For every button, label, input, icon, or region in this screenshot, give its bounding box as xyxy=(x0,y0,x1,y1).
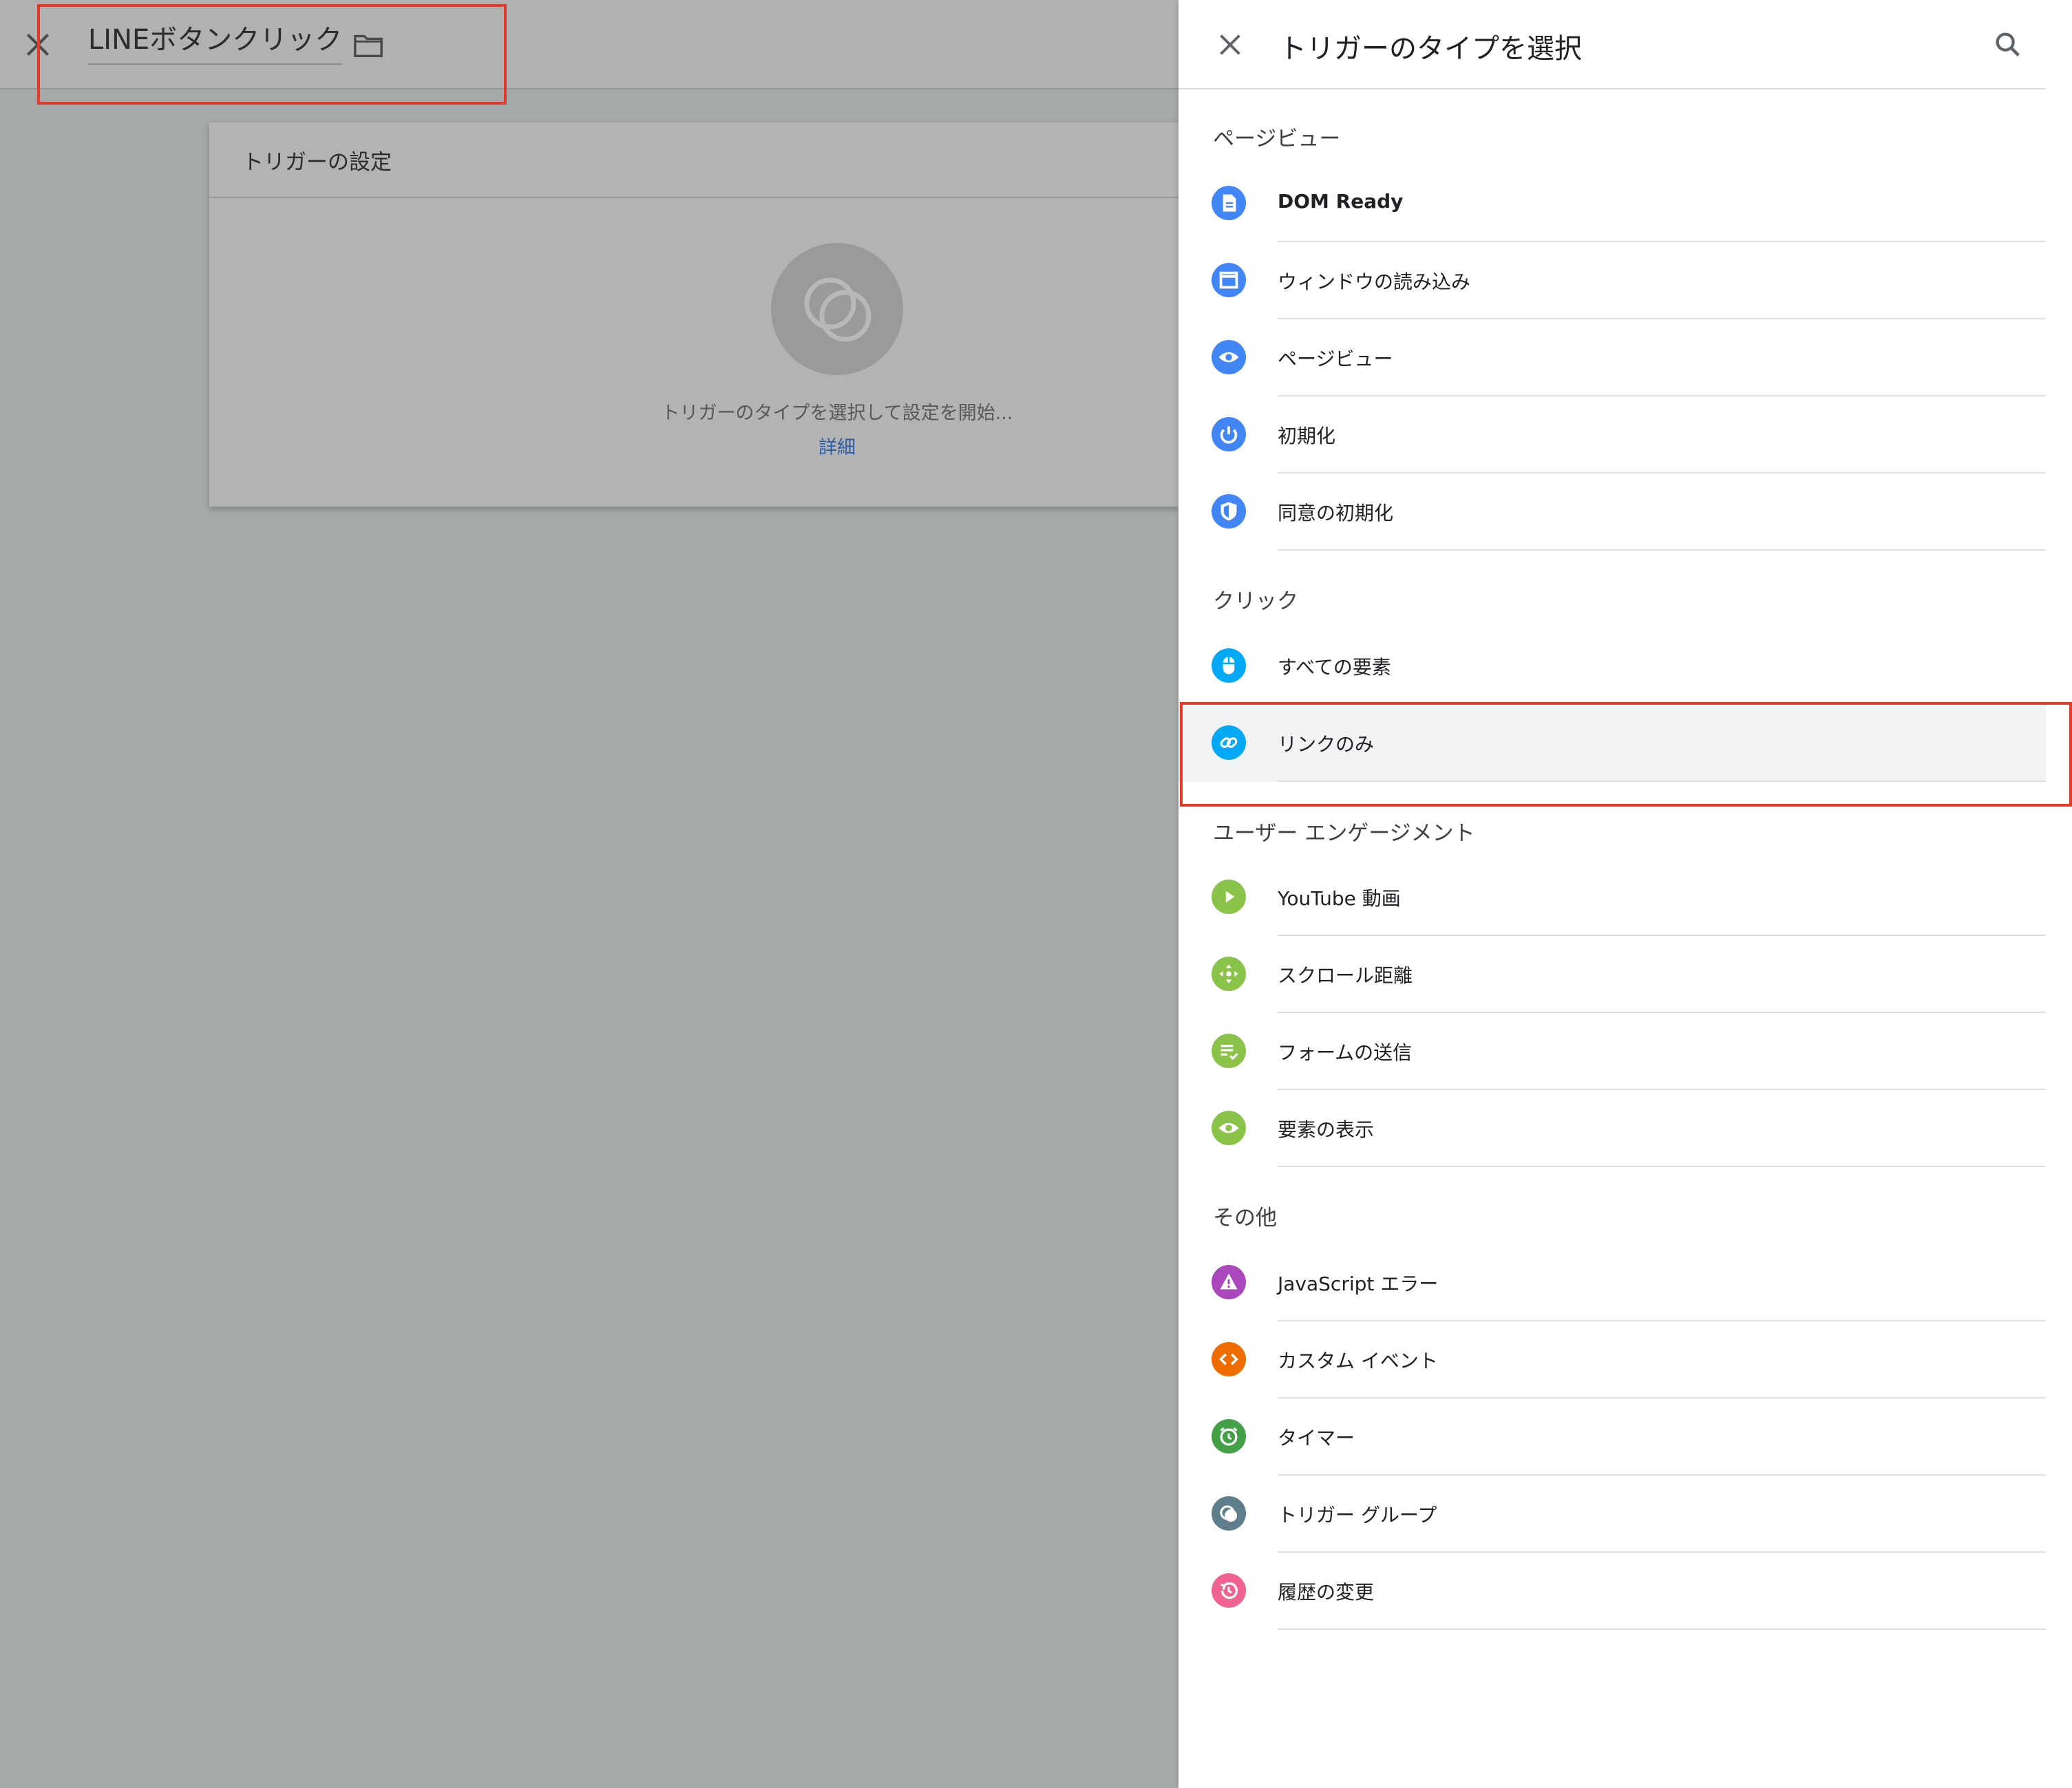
trigger-initialization[interactable]: 初期化 xyxy=(1178,396,2046,473)
item-label: 履歴の変更 xyxy=(1278,1581,1375,1604)
card-header: トリガーの設定 xyxy=(209,123,1178,198)
mouse-icon xyxy=(1212,648,1246,683)
warning-icon xyxy=(1212,1265,1246,1299)
trigger-history-change[interactable]: 履歴の変更 xyxy=(1178,1553,2046,1630)
item-label: カスタム イベント xyxy=(1278,1350,1438,1372)
shield-icon xyxy=(1212,494,1246,529)
window-icon xyxy=(1212,263,1246,297)
trigger-custom-event[interactable]: カスタム イベント xyxy=(1178,1321,2046,1398)
item-label: 要素の表示 xyxy=(1278,1118,1375,1141)
item-label: YouTube 動画 xyxy=(1278,887,1401,910)
panel-header: トリガーのタイプを選択 xyxy=(1178,0,2046,89)
trigger-placeholder-icon xyxy=(771,243,903,375)
trigger-all-elements[interactable]: すべての要素 xyxy=(1178,628,2046,705)
eye-icon xyxy=(1212,340,1246,374)
history-icon xyxy=(1212,1573,1246,1608)
item-label: スクロール距離 xyxy=(1278,964,1413,987)
section-other: その他 xyxy=(1213,1206,1277,1231)
trigger-javascript-error[interactable]: JavaScript エラー xyxy=(1178,1244,2046,1321)
eye-icon xyxy=(1212,1111,1246,1145)
document-icon xyxy=(1212,186,1246,220)
trigger-trigger-group[interactable]: トリガー グループ xyxy=(1178,1476,2046,1553)
item-label: トリガー グループ xyxy=(1278,1504,1437,1526)
scroll-icon xyxy=(1212,957,1246,991)
code-icon xyxy=(1212,1342,1246,1376)
trigger-page-view[interactable]: ページビュー xyxy=(1178,319,2046,396)
panel-title: トリガーのタイプを選択 xyxy=(1279,33,1582,65)
trigger-youtube-video[interactable]: YouTube 動画 xyxy=(1178,859,2046,936)
item-label: DOM Ready xyxy=(1278,190,1404,213)
item-label: ページビュー xyxy=(1278,348,1393,370)
trigger-dom-ready[interactable]: DOM Ready xyxy=(1178,165,2046,242)
item-label: すべての要素 xyxy=(1278,656,1391,679)
trigger-consent-init[interactable]: 同意の初期化 xyxy=(1178,473,2046,551)
group-icon xyxy=(1212,1496,1246,1531)
trigger-timer[interactable]: タイマー xyxy=(1178,1398,2046,1476)
item-label: JavaScript エラー xyxy=(1278,1273,1439,1295)
trigger-editor-backdrop: LINEボタンクリック トリガーの設定 トリガーのタイプを選択して設定を開始..… xyxy=(0,0,1178,1788)
section-pageview: ページビュー xyxy=(1213,127,1341,151)
trigger-config-card[interactable]: トリガーの設定 トリガーのタイプを選択して設定を開始... 詳細 xyxy=(209,123,1178,507)
search-icon[interactable] xyxy=(1992,29,2024,61)
item-label: 初期化 xyxy=(1278,425,1336,447)
item-label: タイマー xyxy=(1278,1427,1355,1449)
form-icon xyxy=(1212,1034,1246,1068)
trigger-window-loaded[interactable]: ウィンドウの読み込み xyxy=(1178,242,2046,319)
close-icon[interactable] xyxy=(1214,29,1246,61)
trigger-type-panel: トリガーのタイプを選択 ページビュー クリック ユーザー エンゲージメント その… xyxy=(1178,0,2072,1788)
item-label: 同意の初期化 xyxy=(1278,502,1394,524)
trigger-element-visibility[interactable]: 要素の表示 xyxy=(1178,1090,2046,1167)
alarm-icon xyxy=(1212,1419,1246,1454)
link-only-highlight-box xyxy=(1180,702,2072,807)
trigger-scroll-depth[interactable]: スクロール距離 xyxy=(1178,936,2046,1013)
item-label: フォームの送信 xyxy=(1278,1041,1413,1064)
power-icon xyxy=(1212,417,1246,451)
item-label: ウィンドウの読み込み xyxy=(1278,270,1471,293)
title-highlight-box xyxy=(37,4,507,105)
card-title: トリガーの設定 xyxy=(242,150,392,175)
play-icon xyxy=(1212,880,1246,914)
trigger-form-submission[interactable]: フォームの送信 xyxy=(1178,1013,2046,1090)
section-click: クリック xyxy=(1213,589,1298,614)
section-engagement: ユーザー エンゲージメント xyxy=(1213,821,1475,846)
